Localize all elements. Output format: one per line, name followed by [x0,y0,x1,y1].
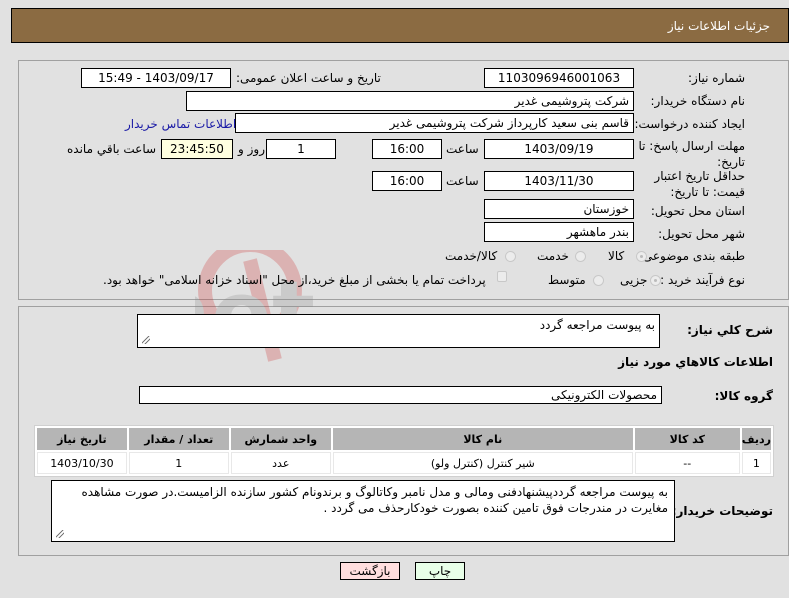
process-option-minor: جزیی [620,273,648,287]
page-title: جزئیات اطلاعات نیاز [667,19,770,33]
city-field: بندر ماهشهر [484,222,634,242]
summary-label: شرح کلي نياز: [687,323,773,337]
cell-quantity: 1 [128,452,229,474]
price-validity-time-label: ساعت [446,174,479,188]
price-validity-label: حداقل تاريخ اعتبار قيمت: تا تاریخ: [654,169,745,199]
category-option-goods: کالا [608,249,625,263]
province-label: استان محل تحویل: [650,204,745,218]
items-table: ردیف کد کالا نام کالا واحد شمارش تعداد /… [34,425,774,477]
reply-deadline-label: مهلت ارسال پاسخ: تا تاریخ: [638,139,745,169]
remaining-label: ساعت باقي مانده [67,142,157,156]
category-option-service: خدمت [537,249,569,263]
announce-label: تاریخ و ساعت اعلان عمومی: [236,71,381,85]
reply-time-label: ساعت [446,142,479,156]
cell-unit: عدد [230,452,331,474]
category-option-goods-service: کالا/خدمت [445,249,498,263]
col-code: کد کالا [634,428,740,450]
process-radio-medium[interactable] [593,275,604,286]
category-radio-service[interactable] [575,251,586,262]
process-label: نوع فرآیند خرید : [660,273,745,287]
summary-text: به پیوست مراجعه گردد [539,318,655,332]
need-number-label: شماره نیاز: [688,71,745,85]
process-option-medium: متوسط [548,273,586,287]
cell-row: 1 [741,452,771,474]
goods-group-field: محصولات الکترونیکی [139,386,662,404]
col-name: نام کالا [332,428,633,450]
buyer-notes-text: به پیوست مراجعه گرددپیشنهادفنی ومالی و م… [81,485,669,515]
buyer-org-field: شرکت پتروشیمی غدیر [186,91,634,111]
back-button[interactable]: بازگشت [340,562,400,580]
col-row: ردیف [741,428,771,450]
col-unit: واحد شمارش [230,428,331,450]
category-label: طبقه بندی موضوعی: [638,249,745,263]
category-radio-goods-service[interactable] [505,251,516,262]
resize-grip-icon[interactable] [142,336,150,344]
days-field: 1 [266,139,336,159]
buyer-org-label: نام دستگاه خریدار: [650,94,746,108]
buyer-notes-field[interactable]: به پیوست مراجعه گرددپیشنهادفنی ومالی و م… [51,480,675,542]
treasury-checkbox[interactable] [497,271,507,282]
reply-date-field: 1403/09/19 [484,139,634,159]
treasury-text: پرداخت تمام یا بخشی از مبلغ خرید،از محل … [103,273,486,287]
creator-label: ایجاد کننده درخواست: [634,117,745,131]
items-section-title: اطلاعات کالاهاي مورد نياز [618,355,773,369]
creator-field: قاسم بنی سعید کارپرداز شرکت پتروشیمی غدی… [235,113,634,133]
buyer-notes-label: توضیحات خریدار: [671,504,773,518]
days-label: روز و [238,142,265,156]
items-table-header: ردیف کد کالا نام کالا واحد شمارش تعداد /… [37,428,771,450]
announce-datetime-field: 1403/09/17 - 15:49 [81,68,231,88]
print-button[interactable]: چاپ [415,562,465,580]
cell-code: -- [634,452,740,474]
contact-info-link[interactable]: اطلاعات تماس خریدار [125,117,236,131]
reply-time-field: 16:00 [372,139,442,159]
summary-field[interactable]: به پیوست مراجعه گردد [137,314,660,348]
cell-name: شیر کنترل (کنترل ولو) [332,452,633,474]
goods-group-label: گروه کالا: [714,389,773,403]
col-quantity: تعداد / مقدار [128,428,229,450]
cell-need-date: 1403/10/30 [37,452,127,474]
category-radio-goods[interactable] [636,251,647,262]
page-header: جزئیات اطلاعات نیاز [11,8,789,43]
table-row: 1 -- شیر کنترل (کنترل ولو) عدد 1 1403/10… [37,452,771,474]
province-field: خوزستان [484,199,634,219]
need-number-field: 1103096946001063 [484,68,634,88]
process-radio-minor[interactable] [650,275,661,286]
city-label: شهر محل تحویل: [658,227,745,241]
price-validity-time-field: 16:00 [372,171,442,191]
remaining-time-field: 23:45:50 [161,139,233,159]
resize-grip-icon[interactable] [56,530,64,538]
price-validity-date-field: 1403/11/30 [484,171,634,191]
col-need-date: تاریخ نیاز [37,428,127,450]
